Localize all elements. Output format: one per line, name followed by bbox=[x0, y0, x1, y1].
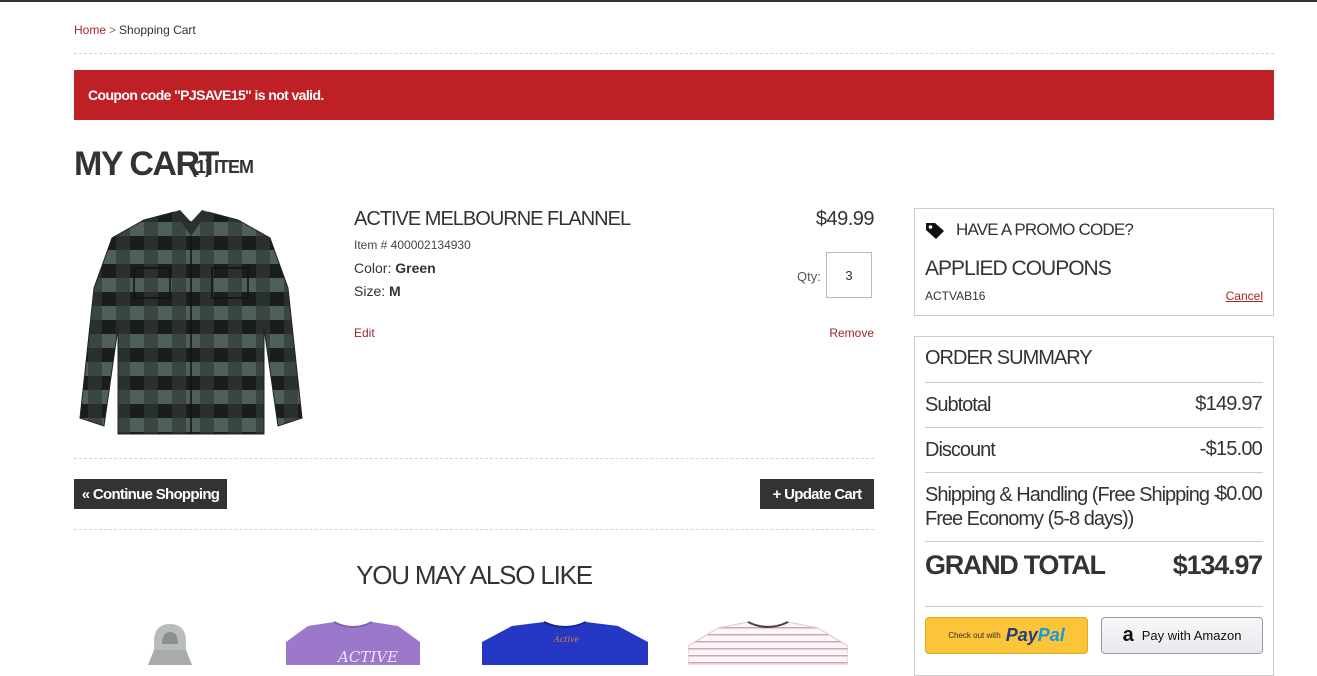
remove-link[interactable]: Remove bbox=[829, 326, 874, 340]
discount-label: Discount bbox=[925, 439, 996, 461]
divider bbox=[925, 472, 1263, 473]
purple-tshirt-icon: ACTIVE bbox=[286, 621, 420, 665]
product-image[interactable] bbox=[74, 208, 308, 438]
discount-value: -$15.00 bbox=[1199, 438, 1263, 460]
divider bbox=[74, 458, 874, 459]
blue-tshirt-icon: Active bbox=[482, 621, 648, 665]
applied-coupons-title: APPLIED COUPONS bbox=[925, 257, 1112, 280]
product-sku: Item # 400002134930 bbox=[354, 238, 471, 252]
product-color: Color: Green bbox=[354, 260, 436, 276]
shipping-label: Shipping & Handling (Free Shipping - Fre… bbox=[925, 483, 1220, 531]
paypal-logo: PayPal bbox=[1006, 625, 1065, 646]
top-border bbox=[0, 0, 1317, 2]
breadcrumb-separator: > bbox=[109, 23, 117, 37]
size-label: Size: bbox=[354, 283, 386, 299]
continue-shopping-button[interactable]: « Continue Shopping bbox=[74, 479, 227, 509]
product-name[interactable]: ACTIVE MELBOURNE FLANNEL bbox=[354, 208, 631, 231]
quantity-input[interactable]: 3 bbox=[826, 252, 872, 298]
recommendation-item[interactable] bbox=[688, 620, 848, 665]
color-value: Green bbox=[395, 260, 436, 276]
striped-tshirt-icon bbox=[688, 621, 848, 665]
paypal-prefix: Check out with bbox=[948, 631, 1001, 640]
cancel-coupon-link[interactable]: Cancel bbox=[1226, 289, 1263, 303]
divider bbox=[925, 427, 1263, 428]
shipping-value: $0.00 bbox=[1215, 483, 1263, 505]
amazon-pay-button[interactable]: a Pay with Amazon bbox=[1101, 617, 1263, 654]
plaid-flannel-shirt-icon bbox=[79, 210, 303, 435]
amazon-pay-label: Pay with Amazon bbox=[1141, 628, 1242, 643]
update-cart-button[interactable]: + Update Cart bbox=[760, 479, 874, 509]
qty-label: Qty: bbox=[797, 269, 821, 284]
promo-code-panel: HAVE A PROMO CODE? APPLIED COUPONS ACTVA… bbox=[914, 208, 1274, 316]
subtotal-value: $149.97 bbox=[1195, 393, 1262, 415]
divider bbox=[925, 541, 1263, 542]
divider bbox=[74, 529, 874, 530]
size-value: M bbox=[389, 283, 401, 299]
recommendation-item[interactable]: Active bbox=[482, 620, 648, 665]
grey-hoodie-icon bbox=[148, 624, 192, 665]
product-price: $49.99 bbox=[815, 208, 875, 230]
coupon-code: ACTVAB16 bbox=[925, 289, 986, 303]
breadcrumb-home-link[interactable]: Home bbox=[74, 23, 106, 37]
order-summary-panel: ORDER SUMMARY Subtotal $149.97 Discount … bbox=[914, 336, 1274, 676]
divider bbox=[925, 382, 1263, 383]
shipping-label-line-2: Free Economy (5-8 days)) bbox=[925, 508, 1134, 530]
paypal-brand-pay: Pay bbox=[1005, 625, 1038, 645]
divider bbox=[74, 53, 1274, 54]
error-alert: Coupon code "PJSAVE15" is not valid. bbox=[74, 70, 1274, 120]
shipping-label-line-1: Shipping & Handling (Free Shipping - bbox=[925, 484, 1220, 506]
recommendation-item[interactable]: ACTIVE bbox=[286, 620, 420, 665]
grand-total-label: GRAND TOTAL bbox=[925, 550, 1106, 580]
promo-code-toggle[interactable]: HAVE A PROMO CODE? bbox=[956, 220, 1134, 240]
divider bbox=[925, 606, 1263, 607]
paypal-checkout-button[interactable]: Check out with PayPal bbox=[925, 617, 1088, 654]
alert-message: Coupon code "PJSAVE15" is not valid. bbox=[88, 87, 324, 103]
edit-link[interactable]: Edit bbox=[354, 326, 375, 340]
tag-icon bbox=[925, 222, 945, 245]
breadcrumb-current: Shopping Cart bbox=[119, 23, 196, 37]
order-summary-title: ORDER SUMMARY bbox=[925, 347, 1093, 369]
svg-text:Active: Active bbox=[553, 635, 580, 644]
subtotal-label: Subtotal bbox=[925, 394, 991, 416]
color-label: Color: bbox=[354, 260, 392, 276]
cart-item-count: (1) ITEM bbox=[191, 157, 254, 177]
breadcrumb: Home > Shopping Cart bbox=[74, 23, 196, 37]
product-size: Size: M bbox=[354, 283, 401, 299]
paypal-brand-pal: Pal bbox=[1037, 625, 1065, 645]
recommendation-item[interactable] bbox=[140, 620, 200, 665]
recommendations-title: YOU MAY ALSO LIKE bbox=[356, 560, 593, 590]
amazon-icon: a bbox=[1122, 624, 1134, 646]
grand-total-value: $134.97 bbox=[1172, 550, 1263, 580]
svg-text:ACTIVE: ACTIVE bbox=[336, 648, 398, 665]
